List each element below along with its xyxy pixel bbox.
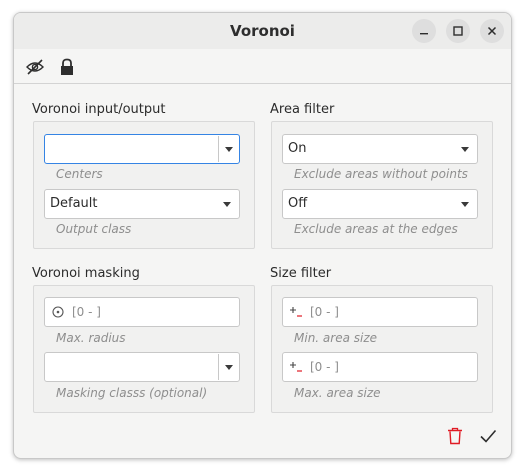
close-button[interactable]: [480, 19, 504, 43]
close-icon: [487, 26, 497, 36]
max-radius-value: [0 - ]: [72, 305, 101, 319]
minimize-icon: [420, 33, 428, 35]
toolbar: [14, 51, 511, 83]
max-area-hint: Max. area size: [294, 386, 381, 400]
radius-icon: [51, 305, 65, 319]
plus-minus-icon: [289, 305, 303, 319]
checkmark-icon: [480, 429, 497, 443]
maximize-icon: [453, 26, 463, 36]
min-area-value: [0 - ]: [310, 305, 339, 319]
eye-slash-icon: [26, 59, 44, 75]
voronoi-io-group: Centers Default Output class: [33, 121, 255, 249]
titlebar: Voronoi: [14, 13, 511, 49]
area-filter-group: On Exclude areas without points Off Excl…: [271, 121, 493, 249]
output-class-select[interactable]: Default: [44, 189, 240, 219]
toggle-visibility-button[interactable]: [23, 55, 47, 79]
exclude-without-points-select[interactable]: On: [282, 134, 478, 164]
chevron-down-icon: [461, 147, 469, 152]
at-edges-hint: Exclude areas at the edges: [294, 222, 458, 236]
combo-separator: [218, 136, 219, 162]
masking-class-hint: Masking classs (optional): [56, 386, 208, 400]
plus-minus-icon: [289, 360, 303, 374]
delete-button[interactable]: [444, 425, 466, 447]
voronoi-masking-title: Voronoi masking: [32, 266, 140, 281]
voronoi-io-title: Voronoi input/output: [32, 102, 166, 117]
lock-button[interactable]: [55, 55, 79, 79]
chevron-down-icon: [223, 202, 231, 207]
exclude-at-edges-select[interactable]: Off: [282, 189, 478, 219]
without-points-hint: Exclude areas without points: [294, 167, 468, 181]
centers-hint: Centers: [56, 167, 103, 181]
without-points-value: On: [288, 141, 307, 156]
size-filter-title: Size filter: [270, 266, 332, 281]
output-class-hint: Output class: [56, 222, 132, 236]
minimize-button[interactable]: [412, 19, 436, 43]
area-filter-title: Area filter: [270, 102, 335, 117]
min-area-input[interactable]: [0 - ]: [282, 297, 478, 327]
chevron-down-icon: [225, 147, 233, 152]
min-area-hint: Min. area size: [294, 331, 378, 345]
size-filter-group: [0 - ] Min. area size [0 - ] Max. area s…: [271, 285, 493, 413]
at-edges-value: Off: [288, 196, 308, 211]
voronoi-dialog: Voronoi Voronoi input/output Centers Def…: [13, 12, 512, 459]
max-area-input[interactable]: [0 - ]: [282, 352, 478, 382]
max-radius-hint: Max. radius: [56, 331, 126, 345]
trash-icon: [448, 427, 462, 445]
masking-class-combo[interactable]: [44, 352, 240, 382]
combo-separator: [218, 354, 219, 380]
output-class-value: Default: [50, 196, 98, 211]
chevron-down-icon: [225, 365, 233, 370]
chevron-down-icon: [461, 202, 469, 207]
max-area-value: [0 - ]: [310, 360, 339, 374]
lock-icon: [61, 58, 73, 75]
toolbar-divider: [14, 83, 511, 84]
centers-combo[interactable]: [44, 134, 240, 164]
window-title: Voronoi: [230, 22, 295, 40]
max-radius-input[interactable]: [0 - ]: [44, 297, 240, 327]
maximize-button[interactable]: [446, 19, 470, 43]
voronoi-masking-group: [0 - ] Max. radius Masking classs (optio…: [33, 285, 255, 413]
apply-button[interactable]: [477, 425, 499, 447]
